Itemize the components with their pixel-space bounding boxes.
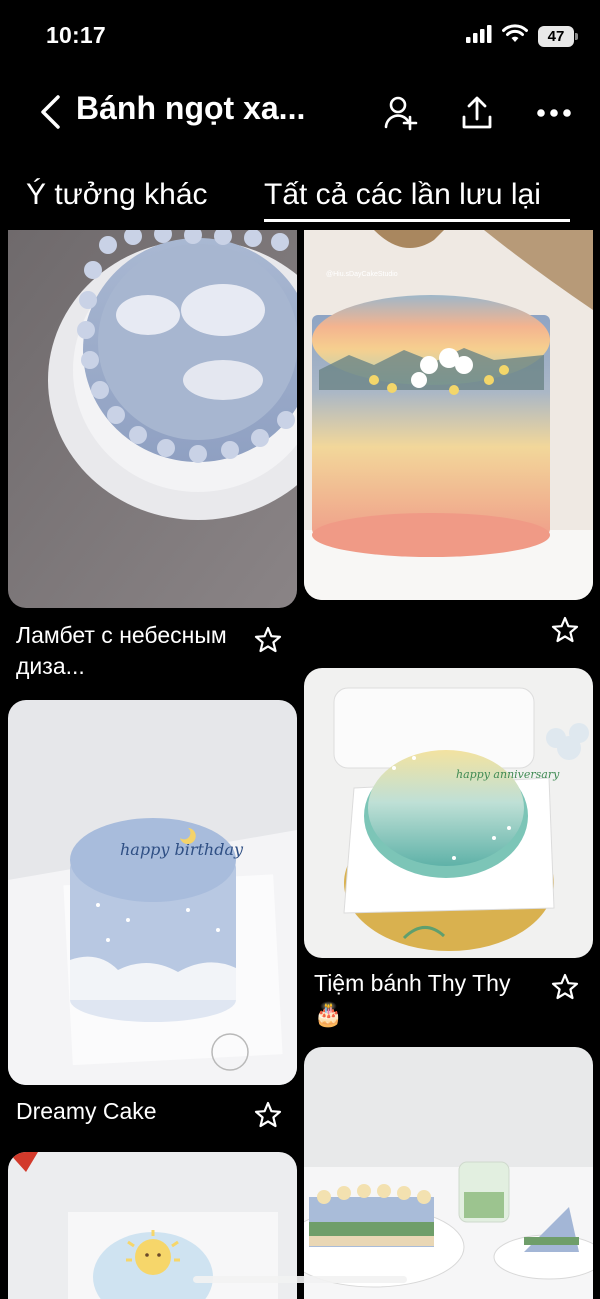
cake-text: happy anniversary	[456, 768, 560, 781]
star-icon	[254, 626, 282, 653]
wifi-icon	[502, 24, 528, 48]
share-icon	[462, 96, 492, 129]
pin-image-anniversary-cake[interactable]: happy anniversary	[304, 668, 593, 958]
pin-image-sunset-cake[interactable]: @Hiu.sDayCakeStudio	[304, 230, 593, 600]
pin-title[interactable]: Tiệm bánh Thy Thy 🎂	[314, 968, 544, 1030]
chevron-left-icon	[41, 95, 60, 129]
watermark-text: @Hiu.sDayCakeStudio	[326, 271, 398, 278]
active-tab-underline	[264, 219, 570, 222]
battery-icon: 47	[538, 25, 578, 47]
ellipsis-icon	[537, 109, 571, 117]
signal-icon	[466, 24, 492, 48]
star-icon	[551, 616, 579, 643]
status-time: 10:17	[46, 22, 106, 48]
save-star-button[interactable]	[251, 623, 285, 657]
pin-title[interactable]: Ламбет с небесным диза...	[16, 620, 246, 682]
tab-more-ideas[interactable]: Ý tưởng khác	[26, 178, 208, 212]
cake-text: happy birthday	[120, 840, 244, 859]
star-icon	[254, 1101, 282, 1128]
star-icon	[551, 973, 579, 1000]
pin-title[interactable]: Dreamy Cake	[16, 1096, 246, 1127]
more-options-button[interactable]	[533, 92, 575, 134]
person-add-icon	[384, 96, 418, 131]
back-button[interactable]	[30, 92, 70, 132]
pin-image-birthday-cake[interactable]: happy birthday	[8, 700, 297, 1085]
share-button[interactable]	[456, 92, 498, 134]
save-star-button[interactable]	[548, 613, 582, 647]
tab-all-saves[interactable]: Tất cả các lần lưu lại	[264, 178, 541, 212]
save-star-button[interactable]	[251, 1098, 285, 1132]
home-indicator	[193, 1276, 407, 1283]
pin-image-layer-cake[interactable]	[304, 1047, 593, 1299]
add-collaborator-button[interactable]	[380, 92, 422, 134]
status-icons: 47	[466, 24, 578, 48]
save-star-button[interactable]	[548, 970, 582, 1004]
board-title: Bánh ngọt xa...	[76, 90, 306, 126]
pin-image-sky-cake[interactable]	[8, 230, 297, 608]
